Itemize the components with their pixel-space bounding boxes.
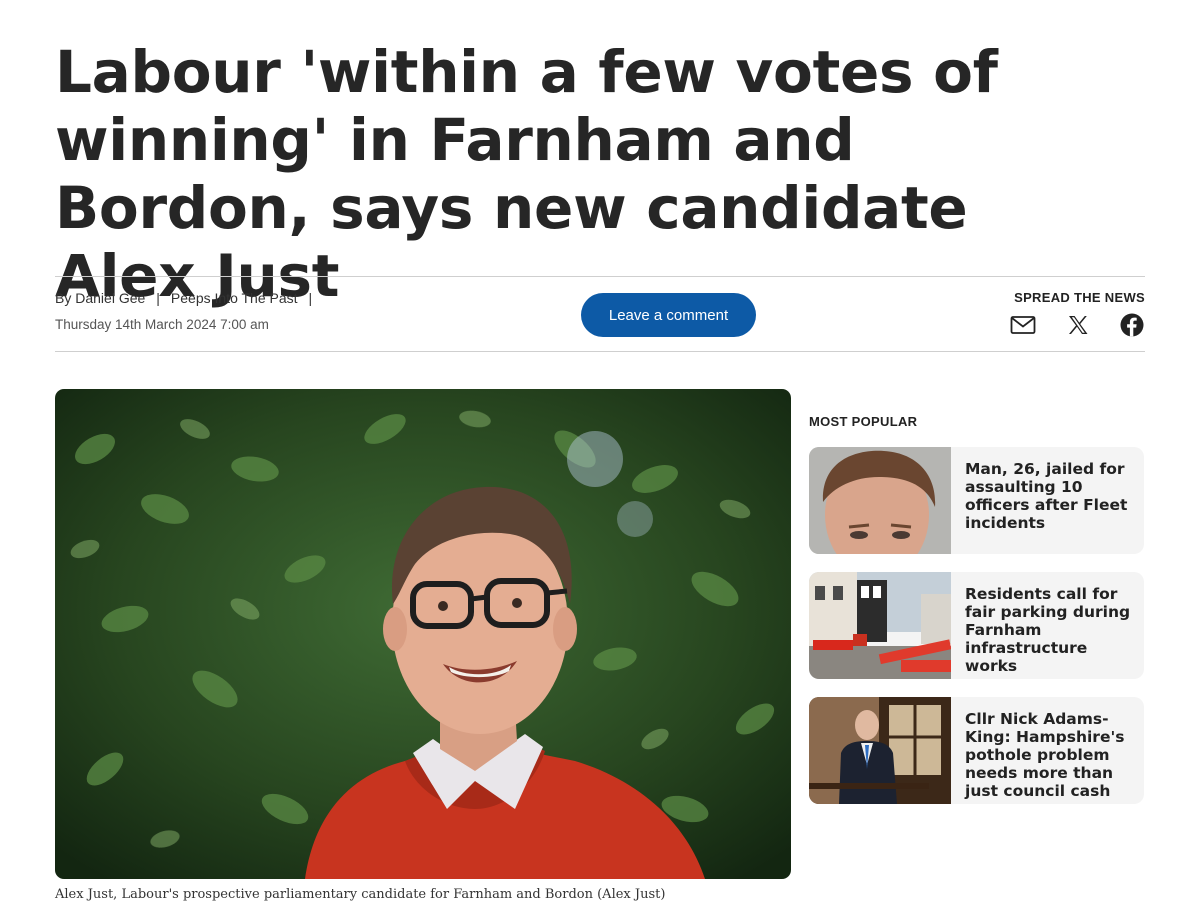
popular-card[interactable]: Residents call for fair parking during F…	[809, 572, 1144, 679]
byline-separator: |	[156, 290, 160, 306]
email-icon[interactable]	[1010, 313, 1036, 337]
article-headline: Labour 'within a few votes of winning' i…	[55, 38, 998, 310]
divider-bottom	[55, 351, 1145, 352]
popular-thumbnail	[809, 447, 951, 554]
divider-top	[55, 276, 1145, 277]
popular-headline[interactable]: Cllr Nick Adams-King: Hampshire's pothol…	[951, 697, 1144, 804]
byline-prefix: By	[55, 290, 72, 306]
leave-comment-button[interactable]: Leave a comment	[581, 293, 756, 337]
byline-separator: |	[308, 290, 313, 306]
popular-card[interactable]: Cllr Nick Adams-King: Hampshire's pothol…	[809, 697, 1144, 804]
most-popular-title: MOST POPULAR	[809, 414, 918, 429]
author-link[interactable]: Daniel Gee	[75, 290, 145, 306]
publish-date: Thursday 14th March 2024 7:00 am	[55, 317, 269, 332]
photo-caption: Alex Just, Labour's prospective parliame…	[55, 887, 666, 902]
article-photo	[55, 389, 791, 879]
section-link[interactable]: Peeps Into The Past	[171, 290, 298, 306]
share-panel: SPREAD THE NEWS	[1009, 290, 1145, 337]
facebook-icon[interactable]	[1119, 313, 1145, 337]
popular-headline[interactable]: Residents call for fair parking during F…	[951, 572, 1144, 679]
popular-thumbnail	[809, 697, 951, 804]
x-icon[interactable]	[1065, 313, 1091, 337]
popular-thumbnail	[809, 572, 952, 679]
byline: By Daniel Gee | Peeps Into The Past |	[55, 290, 323, 306]
share-title: SPREAD THE NEWS	[1014, 290, 1145, 305]
popular-card[interactable]: Man, 26, jailed for assaulting 10 office…	[809, 447, 1144, 554]
popular-headline[interactable]: Man, 26, jailed for assaulting 10 office…	[951, 447, 1144, 554]
